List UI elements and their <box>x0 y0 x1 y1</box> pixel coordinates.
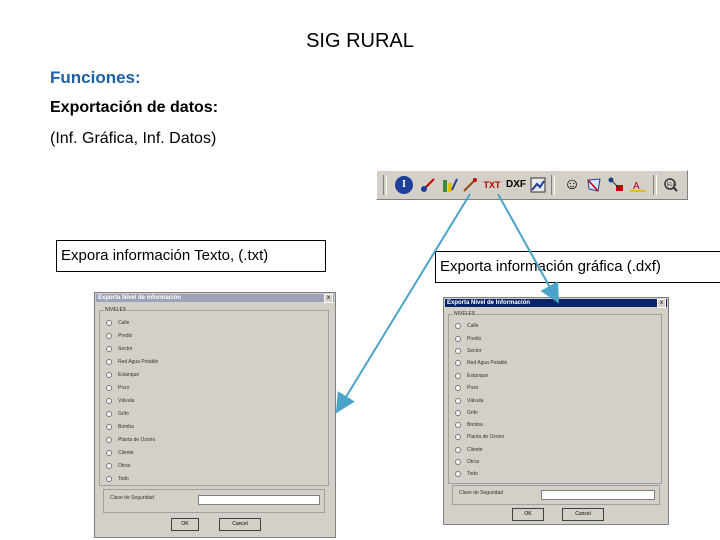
dxf-arrow <box>497 193 559 304</box>
arrows-overlay <box>335 193 559 414</box>
txt-arrow <box>335 193 471 414</box>
